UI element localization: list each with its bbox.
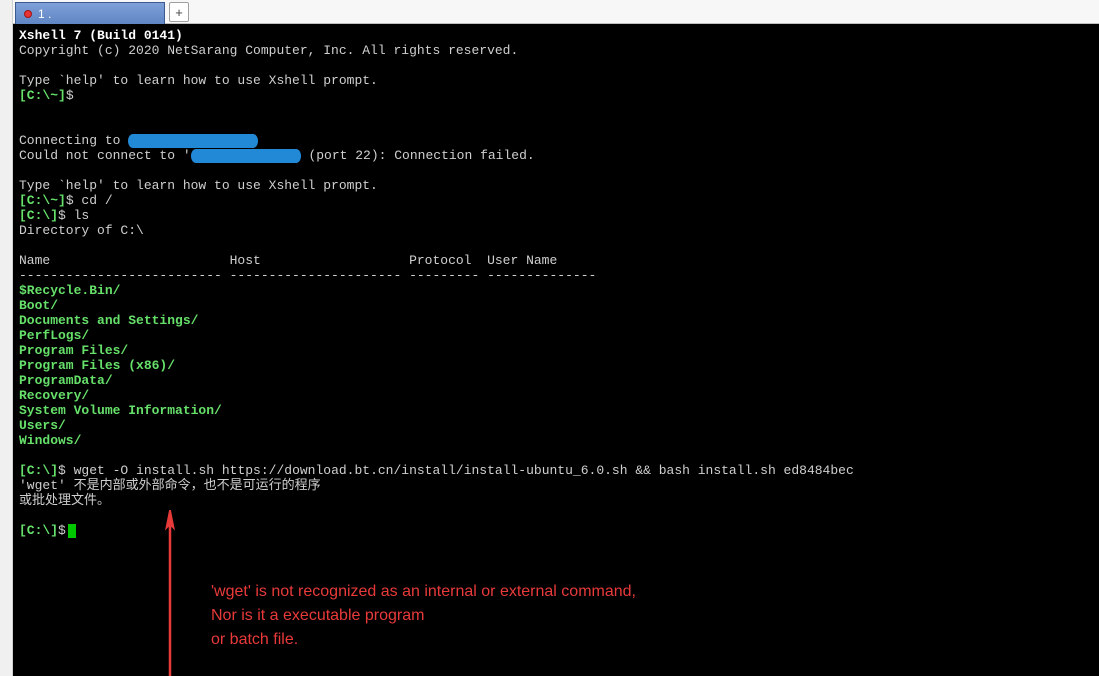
tab-label: 1 . [38,7,51,21]
prompt: [C:\~] [19,193,66,208]
redacted-host [128,134,258,148]
cursor-icon [68,524,76,538]
annotation-line: or batch file. [211,628,636,652]
disconnected-status-icon [24,10,32,18]
prompt-line: [C:\~]$ cd / [19,193,1093,208]
prompt: [C:\] [19,463,58,478]
blank [19,118,1093,133]
dir-entry: Windows/ [19,433,1093,448]
xshell-window: 1 . + Xshell 7 (Build 0141) Copyright (c… [13,0,1099,676]
dir-entry: Program Files (x86)/ [19,358,1093,373]
column-divider: -------------------------- -------------… [19,268,1093,283]
left-gutter [0,0,13,676]
new-tab-button[interactable]: + [169,2,189,22]
blank [19,508,1093,523]
banner-line: Xshell 7 (Build 0141) [19,28,1093,43]
command-text: ls [66,208,89,223]
prompt: [C:\~] [19,88,66,103]
terminal-pane[interactable]: Xshell 7 (Build 0141) Copyright (c) 2020… [13,24,1099,676]
dollar-sign: $ [58,463,66,478]
annotation-line: 'wget' is not recognized as an internal … [211,580,636,604]
blank [19,163,1093,178]
error-line: 或批处理文件。 [19,493,1093,508]
prompt-line: [C:\]$ wget -O install.sh https://downlo… [19,463,1093,478]
tab-bar: 1 . + [13,0,1099,24]
dollar-sign: $ [58,523,66,538]
connecting-line: Connecting to [19,133,1093,148]
redacted-host [191,149,301,163]
prompt: [C:\] [19,523,58,538]
plus-icon: + [175,5,183,20]
help-line: Type `help' to learn how to use Xshell p… [19,178,1093,193]
dir-entry: System Volume Information/ [19,403,1093,418]
column-headers: Name Host Protocol User Name [19,253,1093,268]
error-line: 'wget' 不是内部或外部命令，也不是可运行的程序 [19,478,1093,493]
annotation-text: 'wget' is not recognized as an internal … [211,580,636,652]
prompt: [C:\] [19,208,58,223]
annotation-line: Nor is it a executable program [211,604,636,628]
dollar-sign: $ [66,88,74,103]
dir-entry: PerfLogs/ [19,328,1093,343]
blank [19,58,1093,73]
prompt-line: [C:\]$ [19,523,1093,538]
blank [19,448,1093,463]
command-text: cd / [74,193,113,208]
dir-of-line: Directory of C:\ [19,223,1093,238]
blank [19,103,1093,118]
dir-entry: ProgramData/ [19,373,1093,388]
dollar-sign: $ [58,208,66,223]
command-text: wget -O install.sh https://download.bt.c… [66,463,854,478]
connect-fail-line: Could not connect to ' (port 22): Connec… [19,148,1093,163]
dir-entry: Recovery/ [19,388,1093,403]
dir-entry: Program Files/ [19,343,1093,358]
help-line: Type `help' to learn how to use Xshell p… [19,73,1093,88]
session-tab[interactable]: 1 . [15,2,165,24]
prompt-line: [C:\~]$ [19,88,1093,103]
dir-entry: Users/ [19,418,1093,433]
dollar-sign: $ [66,193,74,208]
copyright-line: Copyright (c) 2020 NetSarang Computer, I… [19,43,1093,58]
prompt-line: [C:\]$ ls [19,208,1093,223]
dir-entry: $Recycle.Bin/ [19,283,1093,298]
blank [19,238,1093,253]
dir-entry: Boot/ [19,298,1093,313]
dir-entry: Documents and Settings/ [19,313,1093,328]
